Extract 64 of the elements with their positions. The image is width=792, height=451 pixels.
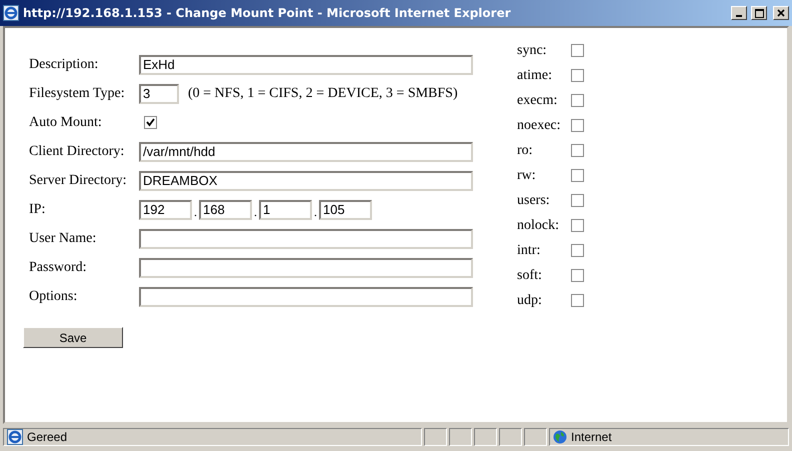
checkbox[interactable] xyxy=(571,269,584,282)
type-hint: (0 = NFS, 1 = CIFS, 2 = DEVICE, 3 = SMBFS) xyxy=(188,86,458,102)
status-pane xyxy=(449,428,472,446)
checkbox[interactable] xyxy=(571,119,584,132)
status-pane xyxy=(424,428,447,446)
close-button[interactable] xyxy=(773,6,789,20)
separator-dot: . xyxy=(254,204,257,220)
text-field[interactable] xyxy=(139,286,473,306)
checkbox[interactable] xyxy=(571,194,584,207)
option-label: intr: xyxy=(517,242,542,258)
status-pane xyxy=(474,428,497,446)
option-label: ro: xyxy=(517,142,534,158)
checkbox[interactable] xyxy=(571,219,584,232)
field-label: Auto Mount: xyxy=(29,114,103,130)
checkbox[interactable] xyxy=(571,294,584,307)
checkbox[interactable] xyxy=(571,244,584,257)
text-field[interactable]: /var/mnt/hdd xyxy=(139,142,473,162)
field-label: IP: xyxy=(29,202,46,218)
option-label: rw: xyxy=(517,168,537,184)
separator-dot: . xyxy=(314,204,317,220)
option-label: noexec: xyxy=(517,118,562,134)
option-label: sync: xyxy=(517,42,548,58)
maximize-icon xyxy=(754,8,764,18)
text-field[interactable] xyxy=(139,228,473,248)
checkbox[interactable] xyxy=(144,116,157,129)
field-label: User Name: xyxy=(29,230,98,246)
status-pane xyxy=(524,428,547,446)
field-label: Filesystem Type: xyxy=(29,86,126,102)
field-label: Password: xyxy=(29,260,88,276)
field-label: Options: xyxy=(29,288,78,304)
minimize-button[interactable] xyxy=(731,6,747,20)
globe-icon xyxy=(553,430,567,444)
checkbox[interactable] xyxy=(571,144,584,157)
text-field[interactable]: DREAMBOX xyxy=(139,170,473,190)
text-field[interactable] xyxy=(139,258,473,278)
browser-icon xyxy=(7,429,23,445)
option-label: nolock: xyxy=(517,218,560,234)
text-field[interactable]: 3 xyxy=(139,84,179,104)
checkbox[interactable] xyxy=(571,44,584,57)
ip-octet-field[interactable]: 168 xyxy=(199,200,252,220)
text-field[interactable]: ExHd xyxy=(139,54,473,74)
checkbox[interactable] xyxy=(571,69,584,82)
ip-octet-field[interactable]: 105 xyxy=(319,200,372,220)
checkbox[interactable] xyxy=(571,94,584,107)
option-label: users: xyxy=(517,192,551,208)
option-label: soft: xyxy=(517,268,543,284)
field-label: Description: xyxy=(29,56,100,72)
checkbox[interactable] xyxy=(571,169,584,182)
status-pane xyxy=(499,428,522,446)
separator-dot: . xyxy=(194,204,197,220)
field-label: Server Directory: xyxy=(29,172,128,188)
option-label: execm: xyxy=(517,92,558,108)
ip-octet-field[interactable]: 192 xyxy=(139,200,192,220)
save-button[interactable]: Save xyxy=(23,327,123,348)
status-text: Gereed xyxy=(27,430,68,444)
zone-text: Internet xyxy=(571,430,612,444)
field-label: Client Directory: xyxy=(29,144,126,160)
close-icon xyxy=(777,9,785,17)
maximize-button[interactable] xyxy=(751,6,767,20)
ip-octet-field[interactable]: 1 xyxy=(259,200,312,220)
option-label: udp: xyxy=(517,292,543,308)
option-label: atime: xyxy=(517,68,553,84)
browser-icon xyxy=(3,5,19,21)
window-title: http://192.168.1.153 - Change Mount Point - Microsoft Internet Explorer xyxy=(23,6,512,20)
